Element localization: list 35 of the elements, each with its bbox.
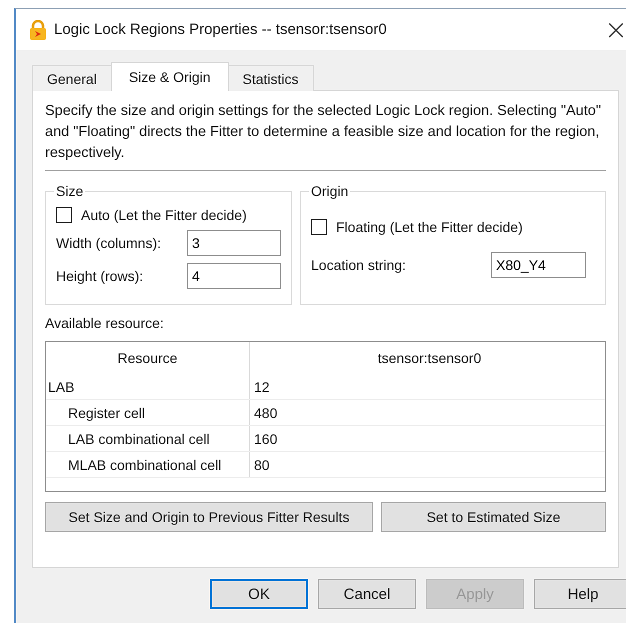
table-cell-text: 12 <box>253 378 271 396</box>
table-cell: LAB combinational cell <box>46 426 250 451</box>
field-label: Height (rows): <box>56 268 144 284</box>
checkbox[interactable] <box>56 207 72 223</box>
table-cell: MLAB combinational cell <box>46 452 250 477</box>
field-label: Location string: <box>311 257 407 273</box>
tab[interactable]: General <box>32 65 112 91</box>
section-label: Available resource: <box>45 315 165 333</box>
description-text: Specify the size and origin settings for the selected Logic Lock region. Selecting "Auto" and "Floating" directs the Fitter to determine a feasible size and location for the region, respectively. <box>45 102 602 163</box>
dialog-button[interactable]: OK <box>210 579 308 609</box>
input-field[interactable]: 4 <box>187 263 281 289</box>
input-field[interactable]: 3 <box>187 230 281 256</box>
input-field[interactable]: X80_Y4 <box>491 252 586 278</box>
action-button[interactable]: Set to Estimated Size <box>381 502 606 532</box>
table-cell: LAB <box>46 374 250 399</box>
tab[interactable]: Statistics <box>228 65 314 91</box>
lock-icon <box>29 20 47 40</box>
window-title: Logic Lock Regions Properties -- tsensor:tsensor0 <box>54 21 388 38</box>
checkbox[interactable] <box>311 219 327 235</box>
field-label: Width (columns): <box>56 235 162 251</box>
dialog-button[interactable]: Cancel <box>318 579 416 609</box>
dialog-button[interactable]: Help <box>534 579 626 609</box>
tab[interactable]: Size & Origin <box>110 62 229 91</box>
group-title: Origin <box>310 183 350 199</box>
close-button[interactable]: × <box>598 16 626 44</box>
column-header: Resource <box>46 342 250 374</box>
table-cell-text: 160 <box>253 430 278 448</box>
column-header: tsensor:tsensor0 <box>376 349 482 368</box>
table-cell: Register cell <box>46 400 250 425</box>
group-title: Size <box>55 183 84 199</box>
table-cell-text: 80 <box>253 456 271 474</box>
table-cell-text: 480 <box>253 404 278 422</box>
checkbox-label: Floating (Let the Fitter decide) <box>336 219 523 235</box>
action-button[interactable]: Set Size and Origin to Previous Fitter Results <box>45 502 373 532</box>
checkbox-label: Auto (Let the Fitter decide) <box>81 207 247 223</box>
